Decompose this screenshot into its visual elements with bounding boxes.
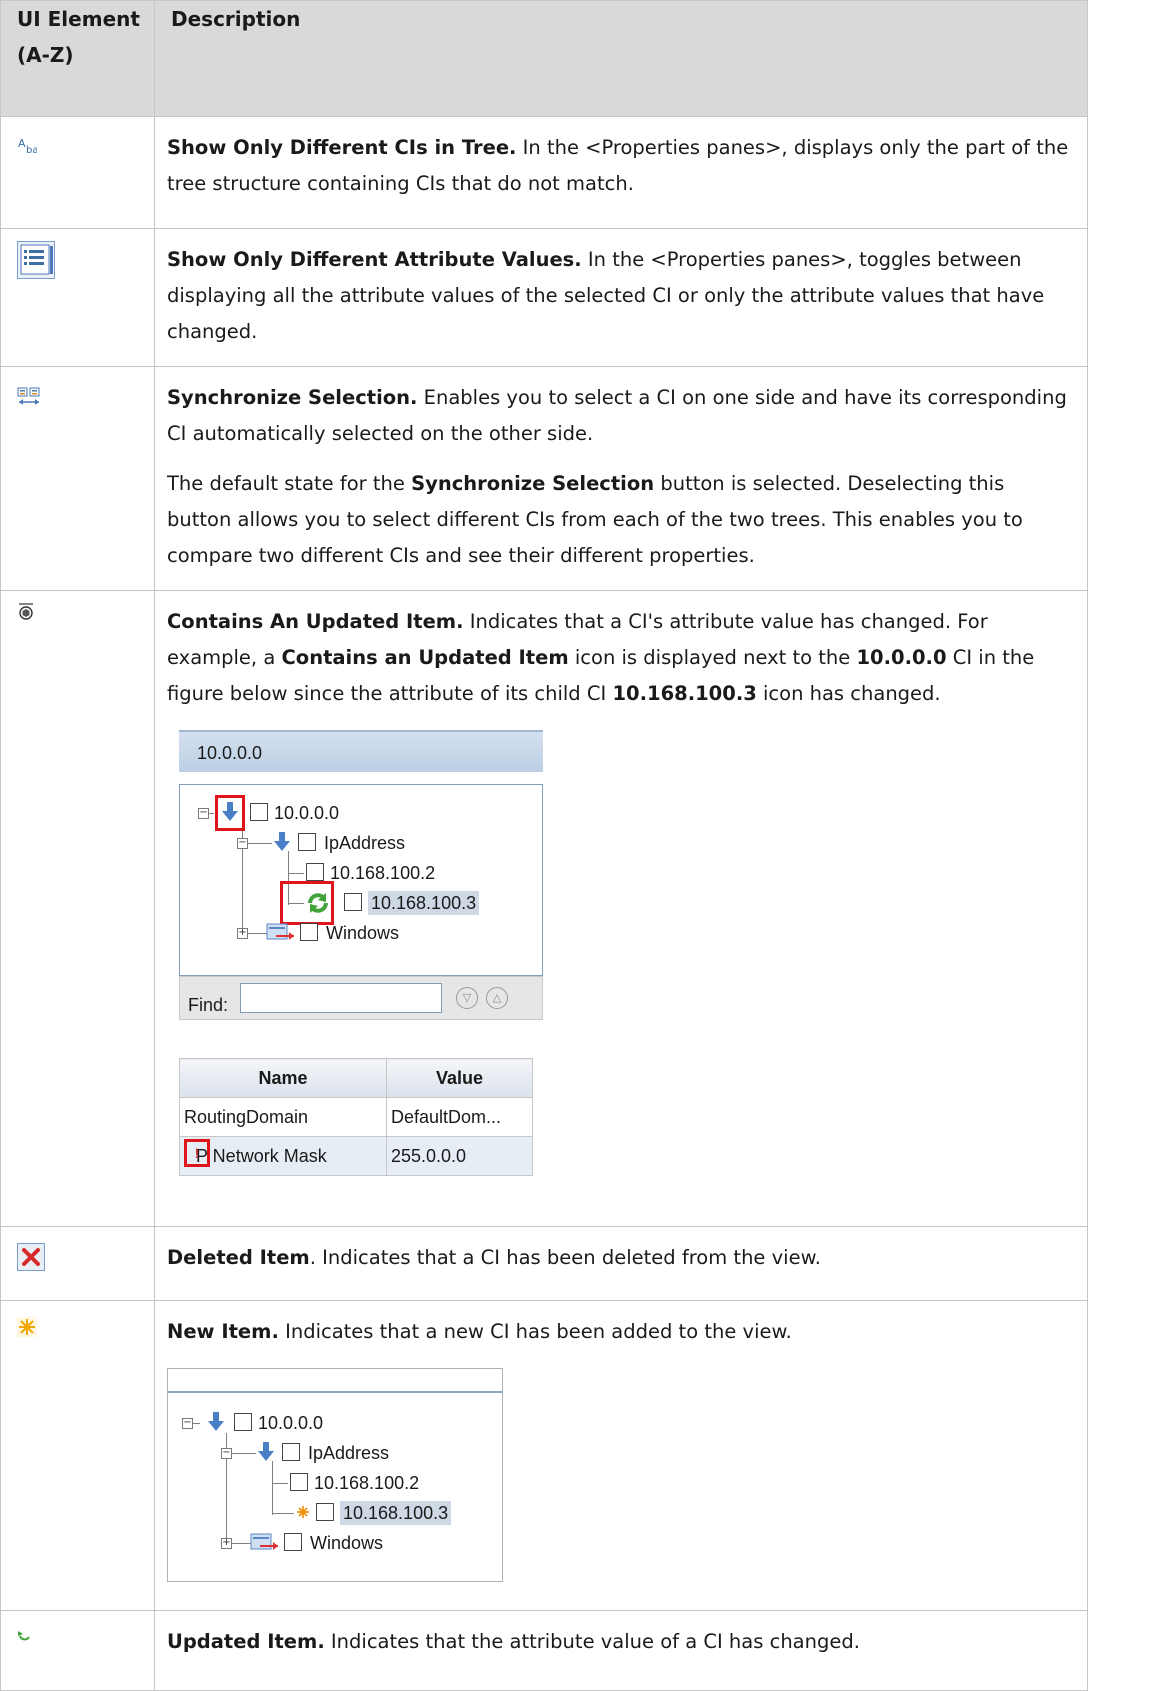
interface-icon xyxy=(344,893,362,911)
row-description: Synchronize Selection. Enables you to se… xyxy=(167,386,1067,445)
changed-attribute-icon: ! xyxy=(184,1139,210,1167)
row-title: Show Only Different CIs in Tree. xyxy=(167,136,517,159)
properties-table: Name Value RoutingDomain DefaultDom... !… xyxy=(179,1058,533,1176)
props-header-value: Value xyxy=(386,1058,533,1098)
find-label: Find: xyxy=(188,995,229,1015)
table-row: Updated Item. Indicates that the attribu… xyxy=(0,1610,1088,1691)
interface-icon xyxy=(290,1473,308,1491)
tree-node[interactable]: 10.0.0.0 xyxy=(258,1411,323,1435)
row-description-extra: The default state for the Synchronize Se… xyxy=(167,472,1023,567)
tree-node-selected[interactable]: 10.168.100.3 xyxy=(340,1501,452,1525)
ipaddress-icon xyxy=(282,1443,300,1461)
row-title: Synchronize Selection. xyxy=(167,386,418,409)
network-icon xyxy=(234,1413,252,1431)
collapse-icon[interactable]: − xyxy=(237,838,248,849)
windows-icon xyxy=(284,1533,302,1551)
tree-node[interactable]: 10.168.100.2 xyxy=(314,1471,419,1495)
tree-screenshot-new: − − + 10.0.0.0 IpAddress 10.168.100.2 10… xyxy=(167,1368,503,1582)
tree-node[interactable]: IpAddress xyxy=(324,831,405,855)
row-title: Updated Item. xyxy=(167,1630,325,1653)
ipaddress-icon xyxy=(298,833,316,851)
row-title: Deleted Item xyxy=(167,1246,310,1269)
network-icon xyxy=(250,803,268,821)
expand-icon[interactable]: + xyxy=(237,928,248,939)
props-header-name: Name xyxy=(179,1058,387,1098)
contains-updated-arrow-icon xyxy=(256,1441,276,1463)
show-only-different-attribute-values-icon[interactable] xyxy=(17,241,55,279)
row-description: Updated Item. Indicates that the attribu… xyxy=(167,1630,860,1653)
table-row: Deleted Item. Indicates that a CI has be… xyxy=(0,1226,1088,1301)
new-item-icon xyxy=(296,1505,310,1519)
updated-item-icon xyxy=(17,1628,31,1642)
header-ui-element: UI Element (A-Z) xyxy=(0,0,155,117)
row-title: New Item. xyxy=(167,1320,279,1343)
table-row: Contains An Updated Item. Indicates that… xyxy=(0,590,1088,1227)
collapse-icon[interactable]: − xyxy=(221,1448,232,1459)
windows-link-icon xyxy=(266,923,296,943)
interface-icon xyxy=(316,1503,334,1521)
new-item-icon xyxy=(17,1317,37,1337)
tree-node[interactable]: Windows xyxy=(310,1531,383,1555)
collapse-icon[interactable]: − xyxy=(182,1418,193,1429)
deleted-item-icon xyxy=(17,1243,45,1271)
find-bar: Find: ▽ △ xyxy=(179,976,543,1020)
expand-icon[interactable]: + xyxy=(221,1538,232,1549)
row-description: New Item. Indicates that a new CI has be… xyxy=(167,1320,792,1343)
table-row: Synchronize Selection. Enables you to se… xyxy=(0,366,1088,591)
svg-text:ba: ba xyxy=(26,145,37,154)
props-row: RoutingDomain DefaultDom... xyxy=(179,1097,533,1137)
find-previous-icon[interactable]: △ xyxy=(486,987,508,1009)
table-row: Show Only Different Attribute Values. In… xyxy=(0,228,1088,367)
find-next-icon[interactable]: ▽ xyxy=(456,987,478,1009)
props-row: ! P Network Mask 255.0.0.0 xyxy=(179,1136,533,1176)
tree-node[interactable]: Windows xyxy=(326,921,399,945)
tree-node[interactable]: IpAddress xyxy=(308,1441,389,1465)
tree-node[interactable]: 10.168.100.2 xyxy=(330,861,435,885)
row-title: Show Only Different Attribute Values. xyxy=(167,248,582,271)
tree-panel: − − + 10.0.0.0 IpAddress 10.168.100.2 10… xyxy=(179,784,543,976)
windows-icon xyxy=(300,923,318,941)
row-description: Contains An Updated Item. Indicates that… xyxy=(167,610,1035,705)
interface-icon xyxy=(306,863,324,881)
ui-elements-table: UI Element (A-Z) Description A ba Show O… xyxy=(0,0,1088,1691)
show-only-different-cis-icon: A ba xyxy=(17,136,37,154)
table-row: New Item. Indicates that a new CI has be… xyxy=(0,1300,1088,1611)
row-description: Show Only Different CIs in Tree. In the … xyxy=(167,136,1069,195)
find-input[interactable] xyxy=(240,983,442,1013)
tree-node-selected[interactable]: 10.168.100.3 xyxy=(368,891,480,915)
contains-updated-item-icon xyxy=(17,602,35,620)
contains-updated-arrow-icon xyxy=(206,1411,226,1433)
synchronize-selection-icon[interactable] xyxy=(17,386,41,408)
tree-title: 10.0.0.0 xyxy=(179,730,543,772)
row-description: Deleted Item. Indicates that a CI has be… xyxy=(167,1246,821,1269)
row-description: Show Only Different Attribute Values. In… xyxy=(167,248,1045,343)
windows-link-icon xyxy=(250,1533,280,1553)
table-row: A ba Show Only Different CIs in Tree. In… xyxy=(0,116,1088,229)
row-title: Contains An Updated Item. xyxy=(167,610,464,633)
contains-updated-arrow-icon xyxy=(272,831,292,853)
svg-text:A: A xyxy=(18,137,26,150)
tree-screenshot-updated: 10.0.0.0 − − + 10.0.0.0 IpAddress 10.168… xyxy=(179,730,545,1210)
tree-node[interactable]: 10.0.0.0 xyxy=(274,801,339,825)
collapse-icon[interactable]: − xyxy=(198,808,209,819)
header-description: Description xyxy=(154,0,1088,117)
